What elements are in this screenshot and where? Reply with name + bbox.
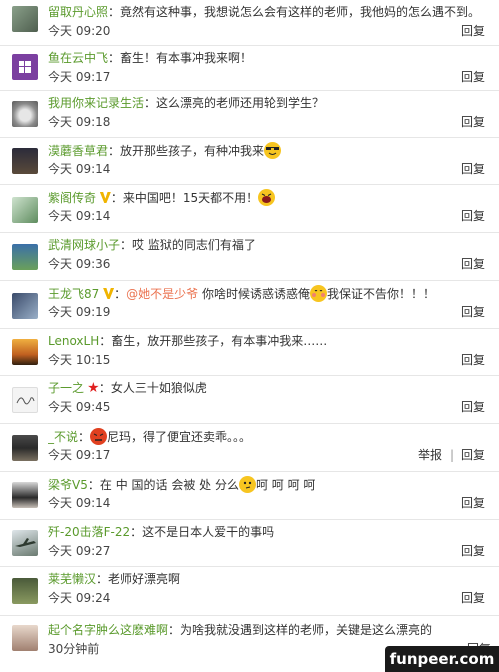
comment-item: 漠蘑香草君：放开那些孩子，有种冲我来 今天 09:14 回复 — [0, 138, 499, 185]
laughing-emoji-icon — [258, 189, 276, 206]
star-badge-icon — [88, 382, 99, 393]
vip-badge-icon — [99, 192, 111, 203]
avatar[interactable] — [12, 293, 38, 319]
comment-text: 为啥我就没遇到这样的老师，关键是这么漂亮的 — [180, 623, 433, 637]
avatar[interactable] — [12, 54, 38, 80]
comment-item: 子一之 ：女人三十如狼似虎 今天 09:45 回复 — [0, 376, 499, 424]
comment-text: 来中国吧！15天都不用！ — [122, 191, 259, 205]
reply-button[interactable]: 回复 — [461, 399, 485, 415]
avatar[interactable] — [12, 6, 38, 32]
avatar[interactable] — [12, 578, 38, 604]
comment-time: 今天 09:27 — [48, 544, 111, 558]
comment-username[interactable]: _不说 — [48, 430, 78, 444]
comment-username[interactable]: 武清网球小子 — [48, 238, 120, 252]
comment-time: 今天 09:45 — [48, 400, 111, 414]
comment-time: 今天 09:36 — [48, 257, 111, 271]
avatar[interactable] — [12, 148, 38, 174]
comment-time: 今天 09:14 — [48, 209, 111, 223]
comment-time: 今天 09:14 — [48, 162, 111, 176]
comment-item: 紫阁传奇 ：来中国吧！15天都不用！ 今天 09:14 回复 — [0, 185, 499, 233]
avatar[interactable] — [12, 101, 38, 127]
avatar[interactable] — [12, 339, 38, 365]
reply-button[interactable]: 回复 — [461, 447, 485, 463]
comment-username[interactable]: 漠蘑香草君 — [48, 144, 108, 158]
comment-time: 今天 09:19 — [48, 305, 111, 319]
comment-username[interactable]: 王龙飞87 — [48, 287, 99, 301]
comment-time: 今天 09:14 — [48, 496, 111, 510]
comment-item: 莱芜懒汉：老师好漂亮啊 今天 09:24 回复 — [0, 567, 499, 616]
avatar[interactable] — [12, 435, 38, 461]
comment-username[interactable]: 我用你来记录生活 — [48, 96, 144, 110]
fighter-jet-icon — [15, 538, 36, 547]
reply-button[interactable]: 回复 — [461, 161, 485, 177]
comment-item: _不说： 尼玛，得了便宜还卖乖。。。 今天 09:17 举报 | 回复 — [0, 424, 499, 472]
reply-button[interactable]: 回复 — [461, 23, 485, 39]
comment-text: 尼玛，得了便宜还卖乖。。。 — [107, 430, 252, 444]
comment-time: 今天 09:17 — [48, 448, 111, 462]
windows-logo-icon — [19, 61, 31, 73]
comment-text: 哎 监狱的同志们有福了 — [132, 238, 256, 252]
reply-button[interactable]: 回复 — [461, 69, 485, 85]
reply-button[interactable]: 回复 — [461, 590, 485, 606]
comment-text: 在 中 国的话 会被 处 分么 — [99, 478, 239, 492]
comment-time: 今天 10:15 — [48, 353, 111, 367]
comment-time: 今天 09:18 — [48, 115, 111, 129]
reply-button[interactable]: 回复 — [461, 543, 485, 559]
comment-item: 歼-20击落F-22：这不是日本人爱干的事吗 今天 09:27 回复 — [0, 520, 499, 567]
vip-badge-icon — [103, 288, 115, 299]
signature-avatar-icon — [16, 397, 35, 405]
avatar[interactable] — [12, 482, 38, 508]
reply-button[interactable]: 回复 — [461, 304, 485, 320]
comment-text: 畜生！有本事冲我来啊！ — [120, 51, 253, 65]
comment-time: 今天 09:20 — [48, 24, 111, 38]
comment-item: 武清网球小子：哎 监狱的同志们有福了 今天 09:36 回复 — [0, 233, 499, 281]
comment-text: 畜生，放开那些孩子，有本事冲我来…… — [111, 334, 328, 348]
comment-text: 放开那些孩子，有种冲我来 — [120, 144, 265, 158]
comment-item: 鱼在云中飞：畜生！有本事冲我来啊！ 今天 09:17 回复 — [0, 46, 499, 91]
comment-time: 今天 09:24 — [48, 591, 111, 605]
reply-button[interactable]: 回复 — [461, 256, 485, 272]
comment-text-continued: 我保证不告你！！！ — [326, 287, 435, 301]
comment-username[interactable]: 起个名字肿么这麽难啊 — [48, 623, 168, 637]
mention-link[interactable]: @她不是少爷 — [126, 287, 198, 301]
report-button[interactable]: 举报 — [418, 447, 442, 463]
reply-button[interactable]: 回复 — [461, 495, 485, 511]
comment-time: 今天 09:17 — [48, 70, 111, 84]
comment-text: 老师好漂亮啊 — [108, 572, 181, 586]
comment-username[interactable]: 鱼在云中飞 — [48, 51, 108, 65]
comment-username[interactable]: 莱芜懒汉 — [48, 572, 96, 586]
comment-username[interactable]: 紫阁传奇 — [48, 191, 96, 205]
comment-item: 留取丹心照：竟然有这种事，我想说怎么会有这样的老师，我他妈的怎么遇不到。 今天 … — [0, 0, 499, 46]
reply-button[interactable]: 回复 — [461, 114, 485, 130]
comment-text-continued: 呵 呵 呵 呵 — [255, 478, 316, 492]
thinking-emoji-icon — [238, 476, 256, 493]
watermark: funpeer.com — [385, 646, 499, 672]
avatar[interactable] — [12, 625, 38, 651]
shy-emoji-icon — [309, 285, 327, 302]
reply-button[interactable]: 回复 — [461, 352, 485, 368]
comment-text: 你啥时候诱惑诱惑俺 — [201, 287, 310, 301]
comment-time: 30分钟前 — [48, 642, 100, 656]
comment-item: 我用你来记录生活：这么漂亮的老师还用轮到学生？ 今天 09:18 回复 — [0, 91, 499, 138]
separator: | — [449, 448, 454, 462]
comment-text: 女人三十如狼似虎 — [110, 381, 207, 395]
comment-text: 这么漂亮的老师还用轮到学生？ — [156, 96, 325, 110]
comment-username[interactable]: 歼-20击落F-22 — [48, 525, 130, 539]
avatar[interactable] — [12, 387, 38, 413]
comment-text: 这不是日本人爱干的事吗 — [142, 525, 275, 539]
avatar[interactable] — [12, 530, 38, 556]
sunglasses-emoji-icon — [264, 142, 282, 159]
comment-username[interactable]: 留取丹心照 — [48, 5, 108, 19]
comment-item: 梁爷V5：在 中 国的话 会被 处 分么呵 呵 呵 呵 今天 09:14 回复 — [0, 472, 499, 520]
comment-item: LenoxLH：畜生，放开那些孩子，有本事冲我来…… 今天 10:15 回复 — [0, 329, 499, 376]
comment-username[interactable]: 子一之 — [48, 381, 84, 395]
comment-text: 竟然有这种事，我想说怎么会有这样的老师，我他妈的怎么遇不到。 — [120, 5, 481, 19]
comment-item: 王龙飞87 ：@她不是少爷 你啥时候诱惑诱惑俺 我保证不告你！！！ 今天 09:1… — [0, 281, 499, 329]
avatar[interactable] — [12, 197, 38, 223]
comment-username[interactable]: LenoxLH — [48, 334, 99, 348]
comment-username[interactable]: 梁爷V5 — [48, 478, 88, 492]
reply-button[interactable]: 回复 — [461, 208, 485, 224]
avatar[interactable] — [12, 244, 38, 270]
angry-emoji-icon — [90, 428, 108, 445]
